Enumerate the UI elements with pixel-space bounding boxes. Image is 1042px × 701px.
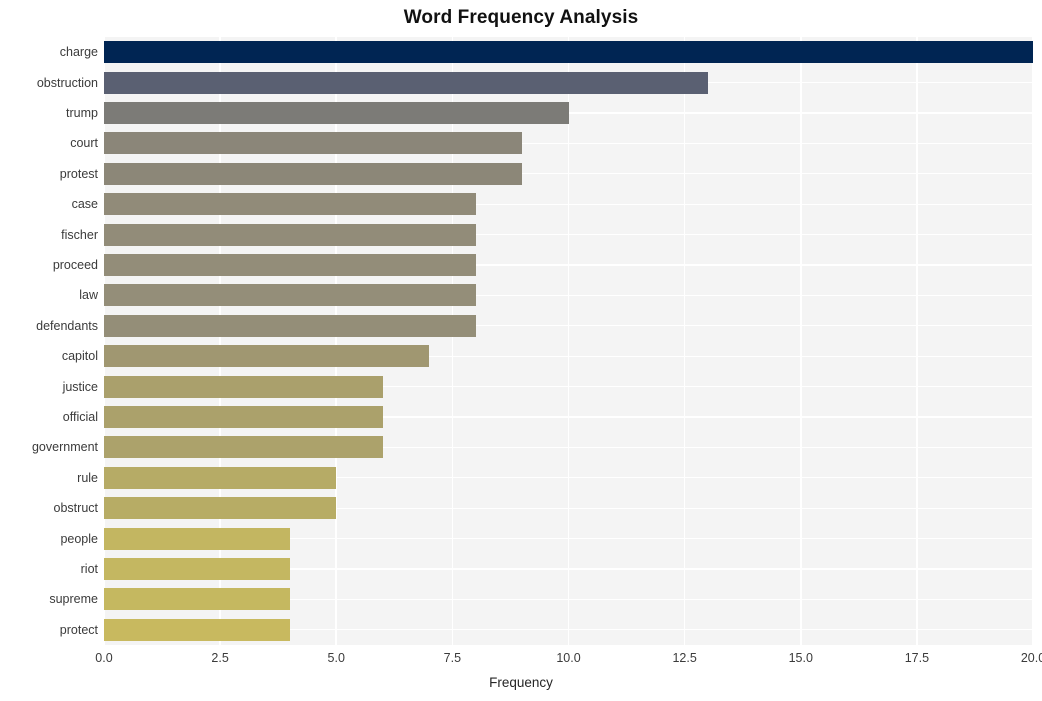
plot-area xyxy=(104,37,1033,645)
y-tick-label: case xyxy=(71,197,98,212)
x-tick-label: 15.0 xyxy=(788,651,813,665)
y-tick-label: obstruct xyxy=(53,501,98,516)
x-tick-label: 17.5 xyxy=(904,651,930,665)
x-gridline xyxy=(335,37,338,645)
y-tick-label: proceed xyxy=(52,258,98,272)
word-frequency-chart: Word Frequency Analysis charge obstructio… xyxy=(0,0,1042,701)
x-axis-tick-labels: 0.0 2.5 5.0 7.5 10.0 12.5 15.0 17.5 20.0 xyxy=(0,651,1042,671)
y-tick-label: defendants xyxy=(36,318,98,333)
bar xyxy=(104,162,523,185)
chart-title: Word Frequency Analysis xyxy=(403,7,639,28)
y-tick-label: protest xyxy=(59,166,98,181)
bar xyxy=(104,132,523,155)
x-tick-label: 7.5 xyxy=(443,651,462,665)
bar xyxy=(104,102,569,124)
y-tick-label: supreme xyxy=(49,592,98,607)
x-tick-label: 2.5 xyxy=(211,651,229,665)
bar xyxy=(104,71,708,94)
x-tick-label: 12.5 xyxy=(672,651,697,665)
bar xyxy=(104,436,383,459)
y-tick-label: court xyxy=(70,136,98,151)
x-tick-label: 10.0 xyxy=(556,651,581,665)
bar xyxy=(104,345,430,368)
y-tick-label: justice xyxy=(62,379,98,394)
bar xyxy=(104,497,337,520)
y-tick-label: obstruction xyxy=(36,75,98,90)
bar xyxy=(104,406,383,428)
bar xyxy=(104,284,476,307)
x-gridline xyxy=(799,37,802,645)
bar xyxy=(104,223,476,246)
bar xyxy=(104,588,290,611)
x-gridline xyxy=(219,37,221,645)
x-gridline xyxy=(451,37,454,645)
bar xyxy=(104,558,290,580)
y-tick-label: official xyxy=(62,410,98,424)
y-tick-label: capitol xyxy=(61,349,98,364)
y-tick-label: trump xyxy=(66,106,98,120)
x-tick-label: 0.0 xyxy=(95,651,113,665)
bar xyxy=(104,41,1033,64)
y-tick-label: rule xyxy=(77,470,98,485)
y-tick-label: government xyxy=(31,440,98,455)
x-tick-label: 5.0 xyxy=(327,651,345,665)
x-gridline xyxy=(916,37,918,645)
x-gridline xyxy=(104,37,105,645)
y-axis-tick-labels: charge obstruction trump court protest case fi… xyxy=(0,37,98,645)
bar xyxy=(104,466,337,489)
bar xyxy=(104,527,290,550)
y-tick-label: riot xyxy=(80,562,98,576)
x-gridline xyxy=(567,37,570,645)
bar xyxy=(104,193,476,216)
y-tick-label: protect xyxy=(59,622,98,637)
x-gridline xyxy=(683,37,686,645)
y-tick-label: people xyxy=(60,531,98,546)
y-tick-label: fischer xyxy=(61,227,98,242)
y-tick-label: law xyxy=(79,288,98,303)
bar xyxy=(104,375,383,398)
y-tick-label: charge xyxy=(59,45,98,60)
x-axis-label: Frequency xyxy=(489,675,553,690)
bar xyxy=(104,618,290,641)
x-tick-label: 20.0 xyxy=(1020,651,1042,665)
bar xyxy=(104,254,476,276)
bar xyxy=(104,314,476,337)
x-gridline xyxy=(1032,37,1033,645)
